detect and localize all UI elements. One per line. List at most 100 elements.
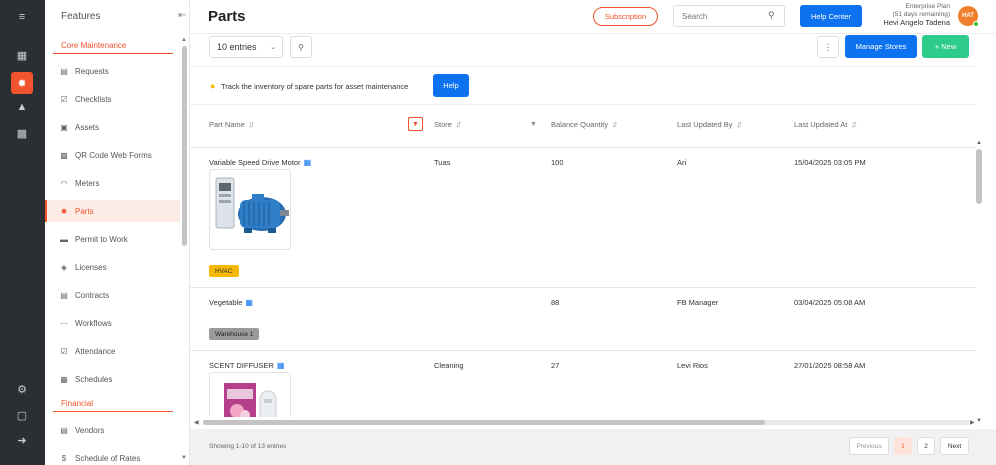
scroll-left-icon[interactable]: ◀ [194, 419, 199, 426]
motor-drive-image [215, 177, 289, 233]
column-label: Store [434, 120, 452, 129]
sidebar-item-schedule-of-rates[interactable]: $ Schedule of Rates [45, 447, 180, 465]
hint-bar: ● Track the inventory of spare parts for… [190, 66, 976, 104]
filter-icon[interactable]: ▼ [526, 117, 541, 131]
column-header-store[interactable]: Store ⇵ [434, 120, 461, 129]
table-row[interactable]: Variable Speed Drive Motor ▦ HVAC Tuas 1… [190, 148, 976, 288]
sidebar-item-permit-to-work[interactable]: ▬ Permit to Work [45, 228, 180, 250]
part-name-cell[interactable]: Vegetable ▦ [209, 298, 253, 307]
sidebar-item-label: Requests [75, 66, 109, 76]
store-tag: Warehouse 1 [209, 328, 260, 340]
part-name: Vegetable [209, 298, 243, 307]
page-button-2[interactable]: 2 [917, 437, 935, 455]
subscription-button[interactable]: Subscription [593, 7, 658, 26]
table-search-button[interactable]: ⚲ [290, 36, 312, 58]
sidebar-item-requests[interactable]: ▤ Requests [45, 60, 180, 82]
store-cell: Tuas [434, 158, 451, 167]
last-updated-by-cell: FB Manager [677, 298, 719, 307]
sidebar-item-contracts[interactable]: ▤ Contracts [45, 284, 180, 306]
qr-code-icon[interactable]: ▦ [304, 158, 312, 167]
more-options-button[interactable]: ⋮ [817, 36, 839, 58]
contracts-icon: ▤ [60, 290, 68, 300]
sidebar-item-workflows[interactable]: ⋯ Workflows [45, 312, 180, 334]
analytics-icon[interactable]: ▩ [11, 122, 33, 144]
vertical-scrollbar[interactable]: ▲ ▼ [976, 34, 996, 429]
page-button-1[interactable]: 1 [894, 437, 912, 455]
sidebar-scrollbar[interactable] [182, 46, 187, 246]
sidebar-item-attendance[interactable]: ☑ Attendance [45, 340, 180, 362]
features-sidebar: Features ⇤ Core Maintenance ▤ Requests ☑ C… [45, 0, 190, 465]
logout-icon[interactable]: ➜ [11, 429, 33, 451]
sort-icon: ⇵ [248, 122, 255, 129]
column-header-last-updated-at[interactable]: Last Updated At ⇵ [794, 120, 857, 129]
meters-icon: ◠ [60, 178, 68, 188]
sidebar-item-label: Meters [75, 178, 100, 188]
sidebar-scroll-down-icon[interactable]: ▼ [181, 455, 187, 461]
help-button[interactable]: Help [433, 74, 469, 97]
sidebar-item-meters[interactable]: ◠ Meters [45, 172, 180, 194]
qr-code-icon[interactable]: ▦ [245, 298, 253, 307]
help-center-button[interactable]: Help Center [800, 5, 862, 27]
entries-select[interactable]: 10 entries ⌄ [209, 36, 283, 58]
scroll-thumb[interactable] [976, 149, 982, 204]
column-header-balance-quantity[interactable]: Balance Quantity ⇵ [551, 120, 618, 129]
sidebar-item-label: Checklists [75, 94, 112, 104]
last-updated-at-cell: 15/04/2025 03:05 PM [794, 158, 866, 167]
column-header-part-name[interactable]: Part Name ⇵ [209, 120, 254, 129]
permit-icon: ▬ [60, 234, 68, 244]
dashboard-icon[interactable]: ▦ [11, 44, 33, 66]
balance-quantity-cell: 100 [551, 158, 564, 167]
parts-icon: ✸ [60, 206, 68, 216]
sidebar-item-assets[interactable]: ▣ Assets [45, 116, 180, 138]
part-name: SCENT DIFFUSER [209, 361, 274, 370]
page-title: Parts [208, 8, 246, 25]
sidebar-item-label: Licenses [75, 262, 107, 272]
sidebar-scroll-up-icon[interactable]: ▲ [181, 37, 187, 43]
column-header-last-updated-by[interactable]: Last Updated By ⇵ [677, 120, 742, 129]
next-page-button[interactable]: Next [940, 437, 969, 455]
sidebar-item-parts[interactable]: ✸ Parts [45, 200, 180, 222]
new-part-button[interactable]: + New [922, 35, 969, 58]
sidebar-item-schedules[interactable]: ▦ Schedules [45, 368, 180, 390]
table-row[interactable]: SCENT DIFFUSER ▦ Cleaning 27 Levi Rios 27… [190, 351, 976, 417]
sidebar-item-licenses[interactable]: ◈ Licenses [45, 256, 180, 278]
maintenance-icon[interactable]: ✸ [11, 72, 33, 94]
part-name-cell[interactable]: Variable Speed Drive Motor ▦ [209, 158, 311, 167]
scroll-up-icon[interactable]: ▲ [976, 140, 982, 146]
manage-stores-button[interactable]: Manage Stores [845, 35, 917, 58]
previous-page-button[interactable]: Previous [849, 437, 889, 455]
column-label: Balance Quantity [551, 120, 609, 129]
sidebar-group-financial: Financial [53, 398, 173, 412]
table-row[interactable]: Vegetable ▦ Warehouse 1 88 FB Manager 03/… [190, 288, 976, 351]
scroll-down-icon[interactable]: ▼ [976, 418, 982, 424]
org-chart-icon[interactable]: ▲ [11, 96, 33, 118]
part-image[interactable] [209, 169, 291, 250]
settings-icon[interactable]: ⚙ [11, 378, 33, 400]
entries-value: 10 entries [217, 42, 257, 52]
sidebar-title: Features [61, 11, 101, 22]
schedules-icon: ▦ [60, 374, 68, 384]
qr-code-icon: ▩ [60, 150, 68, 160]
qr-code-icon[interactable]: ▦ [277, 361, 285, 370]
sidebar-item-checklists[interactable]: ☑ Checklists [45, 88, 180, 110]
column-label: Part Name [209, 120, 245, 129]
workflows-icon: ⋯ [60, 318, 68, 328]
horizontal-scrollbar[interactable]: ◀ ▶ [190, 417, 976, 429]
filter-icon[interactable]: ▼ [408, 117, 423, 131]
search-icon[interactable]: ⚲ [768, 10, 775, 21]
scroll-right-icon[interactable]: ▶ [970, 419, 975, 426]
sidebar-item-label: QR Code Web Forms [75, 150, 152, 160]
balance-quantity-cell: 27 [551, 361, 560, 370]
part-name-cell[interactable]: SCENT DIFFUSER ▦ [209, 361, 284, 370]
sidebar-item-qr-code-web-forms[interactable]: ▩ QR Code Web Forms [45, 144, 180, 166]
sidebar-item-vendors[interactable]: ▤ Vendors [45, 419, 180, 441]
collapse-sidebar-icon[interactable]: ⇤ [178, 10, 186, 21]
sidebar-item-label: Vendors [75, 425, 105, 435]
part-image[interactable] [209, 372, 291, 417]
scroll-thumb[interactable] [203, 420, 765, 425]
box-icon[interactable]: ▢ [11, 404, 33, 426]
main-content: 10 entries ⌄ ⚲ ⋮ Manage Stores + New ● T… [190, 34, 996, 465]
sidebar-item-label: Permit to Work [75, 234, 128, 244]
collapse-menu-icon[interactable]: ≡ [11, 6, 33, 28]
sidebar-item-label: Attendance [75, 346, 116, 356]
